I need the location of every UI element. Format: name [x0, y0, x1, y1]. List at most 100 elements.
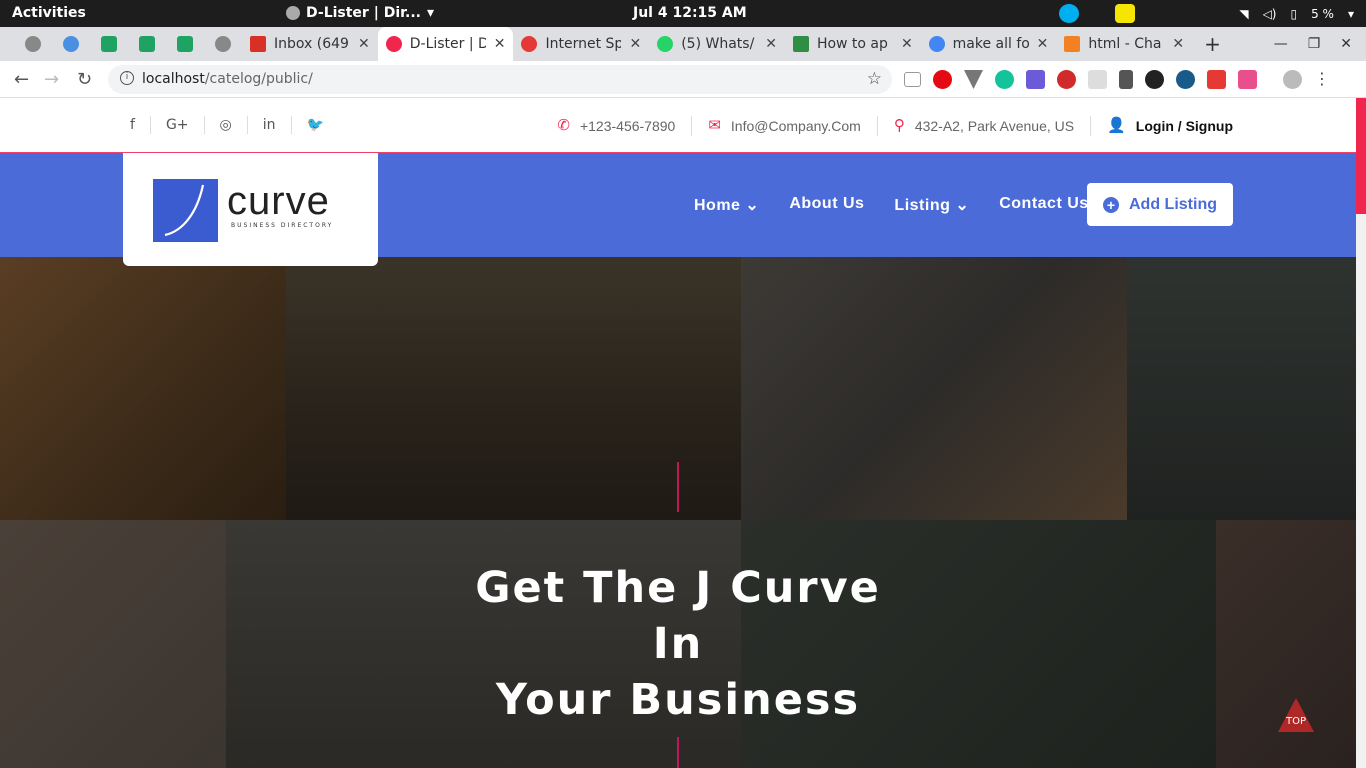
- nav-home[interactable]: Home ⌄: [694, 195, 759, 215]
- extension-red-icon[interactable]: [1207, 70, 1226, 89]
- contact-details: ✆ +123-456-7890 ✉ Info@Company.Com ⚲ 432-A2…: [541, 116, 1233, 136]
- json-extension-icon[interactable]: [904, 72, 921, 87]
- screenshot-icon[interactable]: [1088, 70, 1107, 89]
- contact-info-bar: f G+ ◎ in 🐦 ✆ +123-456-7890 ✉ Info@Company…: [0, 98, 1356, 153]
- phone-icon: ✆: [557, 117, 570, 134]
- chevron-down-icon: ▾: [426, 5, 435, 21]
- tab-strip: Inbox (649 ✕ D-Lister | D ✕ Internet Sp ✕ (…: [0, 27, 1366, 61]
- wappalyzer-icon[interactable]: [1145, 70, 1164, 89]
- facebook-icon[interactable]: f: [115, 116, 151, 134]
- site-logo[interactable]: curve BUSINESS DIRECTORY: [123, 153, 378, 266]
- tab-google-search[interactable]: make all fo ✕: [921, 27, 1057, 61]
- wifi-icon: ◥: [1239, 6, 1249, 21]
- close-icon[interactable]: ✕: [629, 36, 641, 52]
- hero-photo-traveler: [0, 520, 226, 768]
- address-contact: ⚲ 432-A2, Park Avenue, US: [878, 116, 1092, 136]
- close-icon[interactable]: ✕: [1037, 36, 1049, 52]
- restore-icon[interactable]: ❐: [1308, 36, 1321, 52]
- close-icon[interactable]: ✕: [494, 36, 506, 52]
- google-plus-icon[interactable]: G+: [151, 116, 205, 134]
- tab-inbox[interactable]: Inbox (649 ✕: [242, 27, 378, 61]
- login-signup-link[interactable]: 👤 Login / Signup: [1091, 116, 1233, 136]
- email-contact[interactable]: ✉ Info@Company.Com: [692, 116, 878, 136]
- tab-pinned[interactable]: [52, 27, 90, 61]
- new-tab-button[interactable]: +: [1204, 32, 1221, 56]
- tab-pinned[interactable]: [204, 27, 242, 61]
- url-host: localhost: [142, 71, 205, 87]
- url-field[interactable]: i localhost/catelog/public/ ☆: [108, 65, 892, 94]
- user-icon: 👤: [1107, 117, 1126, 134]
- tab-pinned[interactable]: [14, 27, 52, 61]
- hero-headline: Get The J Curve In Your Business: [448, 560, 908, 728]
- globe-icon: [25, 36, 41, 52]
- logo-word: curve: [227, 179, 330, 223]
- notes-icon[interactable]: [1115, 4, 1136, 23]
- linkedin-icon[interactable]: in: [248, 116, 292, 134]
- instagram-icon[interactable]: ◎: [205, 116, 248, 134]
- tab-pinned[interactable]: [166, 27, 204, 61]
- battery-icon: ▯: [1290, 6, 1298, 21]
- close-icon[interactable]: ✕: [901, 36, 913, 52]
- grammarly-icon[interactable]: [995, 70, 1014, 89]
- close-window-icon[interactable]: ✕: [1340, 36, 1352, 52]
- nav-about-us[interactable]: About Us: [789, 195, 864, 215]
- adblock-icon[interactable]: [933, 70, 952, 89]
- nav-listing[interactable]: Listing ⌄: [894, 195, 969, 215]
- phone-contact[interactable]: ✆ +123-456-7890: [541, 116, 693, 136]
- address-bar-row: ← → ↻ i localhost/catelog/public/ ☆ ⋮: [0, 61, 1366, 98]
- chevron-down-icon: ▾: [1347, 6, 1354, 21]
- ublock-icon[interactable]: [1176, 70, 1195, 89]
- tab-whatsapp[interactable]: (5) Whats/✕: [649, 27, 785, 61]
- back-to-top-button[interactable]: TOP: [1276, 696, 1316, 736]
- geeksforgeeks-icon: [792, 36, 809, 52]
- map-marker-icon: ⚲: [893, 117, 905, 134]
- tab-pinned[interactable]: [128, 27, 166, 61]
- tab-d-lister[interactable]: D-Lister | D ✕: [377, 27, 514, 61]
- sheets-icon: [139, 36, 155, 52]
- close-icon[interactable]: ✕: [765, 36, 777, 52]
- add-listing-button[interactable]: + Add Listing: [1087, 183, 1233, 226]
- tab-stackoverflow[interactable]: html - Cha ✕: [1056, 27, 1192, 61]
- more-menu-icon[interactable]: ⋮: [1314, 70, 1330, 89]
- phone-number: +123-456-7890: [579, 118, 676, 134]
- plus-circle-icon: +: [1103, 196, 1119, 213]
- clock[interactable]: Jul 4 12:15 AM: [633, 5, 747, 21]
- forward-icon[interactable]: →: [44, 69, 59, 90]
- extensions: ⋮: [904, 70, 1330, 89]
- color-picker-icon[interactable]: [1119, 70, 1133, 89]
- window-menu[interactable]: D-Lister | Dir... ▾: [286, 5, 434, 21]
- close-icon[interactable]: ✕: [358, 36, 370, 52]
- street-address: 432-A2, Park Avenue, US: [914, 118, 1075, 134]
- skype-icon[interactable]: [1059, 4, 1080, 23]
- hero-headline-line1: Get The J Curve In: [475, 563, 881, 669]
- close-icon[interactable]: ✕: [1172, 36, 1184, 52]
- nav-contact-us[interactable]: Contact Us: [999, 195, 1088, 215]
- recorder-icon[interactable]: [1057, 70, 1076, 89]
- stackoverflow-icon: [1064, 36, 1081, 52]
- translate-icon[interactable]: [1026, 70, 1045, 89]
- system-tray[interactable]: ◥ ◁) ▯ 5 % ▾: [1059, 4, 1354, 23]
- tab-how-to[interactable]: How to ap ✕: [785, 27, 921, 61]
- tab-internet-speed[interactable]: Internet Sp ✕: [513, 27, 649, 61]
- chrome-icon: [286, 6, 300, 20]
- activities-button[interactable]: Activities: [12, 5, 86, 21]
- profile-avatar-icon[interactable]: [1283, 70, 1302, 89]
- envelope-icon: ✉: [708, 117, 721, 134]
- os-top-bar: Activities D-Lister | Dir... ▾ Jul 4 12:…: [0, 0, 1366, 27]
- twitter-icon[interactable]: 🐦: [292, 116, 339, 134]
- info-icon[interactable]: i: [120, 71, 134, 85]
- location-icon: [385, 36, 402, 52]
- back-icon[interactable]: ←: [14, 69, 29, 90]
- bookmark-star-icon[interactable]: ☆: [867, 69, 882, 89]
- reload-icon[interactable]: ↻: [77, 69, 92, 90]
- vue-devtools-icon[interactable]: [964, 70, 983, 89]
- tab-pinned[interactable]: [90, 27, 128, 61]
- extension-badge-icon[interactable]: [1238, 70, 1257, 89]
- login-signup-label: Login / Signup: [1135, 118, 1233, 134]
- whatsapp-icon: [657, 36, 674, 52]
- nav-menu: Home ⌄ About Us Listing ⌄ Contact Us: [694, 195, 1089, 215]
- hero-photo-bicycle: [1127, 257, 1356, 520]
- minimize-icon[interactable]: —: [1274, 36, 1288, 52]
- scrollbar-thumb[interactable]: [1356, 98, 1366, 214]
- speedometer-icon: [521, 36, 538, 52]
